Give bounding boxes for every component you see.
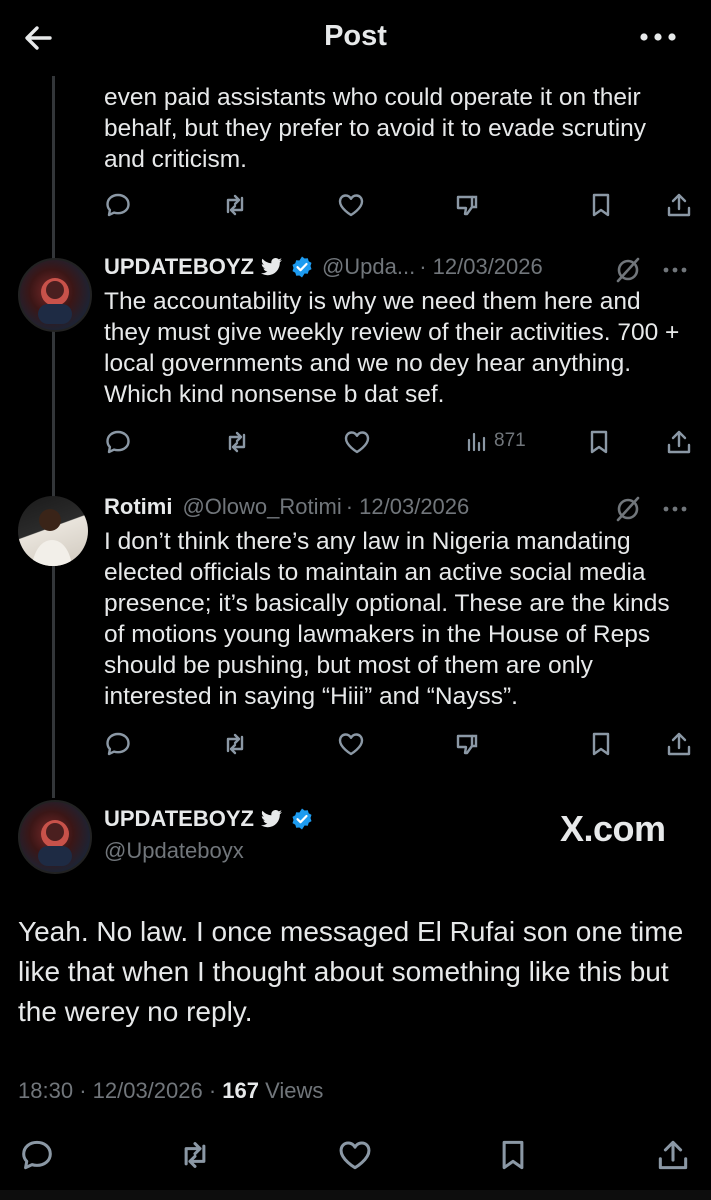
avatar[interactable] bbox=[18, 258, 92, 332]
more-icon[interactable] bbox=[634, 22, 682, 52]
reply-text: The accountability is why we need them h… bbox=[104, 288, 680, 408]
post-date: · 12/03/2026 · bbox=[79, 1078, 217, 1103]
thread-line bbox=[52, 76, 55, 798]
reply-header: Rotimi @Olowo_Rotimi · 12/03/2026 bbox=[104, 494, 469, 520]
share-icon[interactable] bbox=[654, 1136, 692, 1174]
more-icon[interactable] bbox=[660, 258, 690, 282]
share-icon[interactable] bbox=[664, 427, 694, 457]
author-handle[interactable]: @Olowo_Rotimi bbox=[182, 494, 341, 520]
bottom-edge bbox=[0, 1190, 711, 1200]
watermark: X.com bbox=[560, 808, 666, 849]
views-number: 167 bbox=[222, 1078, 260, 1103]
main-post-author: UPDATEBOYZ bbox=[104, 806, 314, 832]
like-icon[interactable] bbox=[342, 427, 372, 457]
like-icon[interactable] bbox=[336, 729, 366, 759]
top-bar: Post bbox=[0, 0, 711, 76]
like-icon[interactable] bbox=[336, 1136, 374, 1174]
dislike-icon[interactable] bbox=[452, 190, 482, 220]
author-name[interactable]: UPDATEBOYZ bbox=[104, 806, 254, 832]
more-icon[interactable] bbox=[660, 497, 690, 521]
repost-icon[interactable] bbox=[220, 729, 250, 759]
views-count[interactable]: 871 bbox=[466, 430, 526, 452]
post-time: 18:30 bbox=[18, 1078, 74, 1103]
reply-text: even paid assistants who could operate i… bbox=[104, 84, 647, 173]
post-date: · 12/03/2026 bbox=[419, 254, 543, 279]
views-label: Views bbox=[265, 1078, 324, 1103]
bookmark-icon[interactable] bbox=[584, 427, 614, 457]
share-icon[interactable] bbox=[664, 729, 694, 759]
reply-icon[interactable] bbox=[103, 190, 133, 220]
author-name[interactable]: UPDATEBOYZ bbox=[104, 254, 254, 280]
reply-header: UPDATEBOYZ @Upda... · 12/03/2026 bbox=[104, 254, 543, 280]
author-handle[interactable]: @Upda... bbox=[322, 254, 415, 280]
author-handle[interactable]: @Updateboyx bbox=[104, 838, 244, 864]
bookmark-icon[interactable] bbox=[494, 1136, 532, 1174]
bookmark-icon[interactable] bbox=[586, 190, 616, 220]
post-date: · 12/03/2026 bbox=[345, 494, 470, 519]
share-icon[interactable] bbox=[664, 190, 694, 220]
bird-icon bbox=[260, 256, 284, 278]
bird-icon bbox=[260, 808, 284, 830]
avatar[interactable] bbox=[18, 800, 92, 874]
page-title: Post bbox=[324, 20, 387, 52]
repost-icon[interactable] bbox=[176, 1136, 214, 1174]
bookmark-icon[interactable] bbox=[586, 729, 616, 759]
analytics-icon bbox=[467, 432, 486, 452]
avatar[interactable] bbox=[18, 496, 88, 566]
main-post-text: Yeah. No law. I once messaged El Rufai s… bbox=[18, 916, 684, 1027]
repost-icon[interactable] bbox=[220, 190, 250, 220]
verified-icon bbox=[290, 807, 314, 831]
author-name[interactable]: Rotimi bbox=[104, 494, 172, 520]
dislike-icon[interactable] bbox=[452, 729, 482, 759]
views-number: 871 bbox=[494, 430, 526, 451]
repost-icon[interactable] bbox=[222, 427, 252, 457]
post-metadata: 18:30 · 12/03/2026 · 167 Views bbox=[18, 1078, 323, 1104]
reply-text: I don’t think there’s any law in Nigeria… bbox=[104, 528, 670, 710]
like-icon[interactable] bbox=[336, 190, 366, 220]
reply-icon[interactable] bbox=[103, 427, 133, 457]
verified-icon bbox=[290, 255, 314, 279]
reply-icon[interactable] bbox=[18, 1136, 56, 1174]
grok-icon[interactable] bbox=[614, 256, 642, 284]
grok-icon[interactable] bbox=[614, 495, 642, 523]
reply-icon[interactable] bbox=[103, 729, 133, 759]
